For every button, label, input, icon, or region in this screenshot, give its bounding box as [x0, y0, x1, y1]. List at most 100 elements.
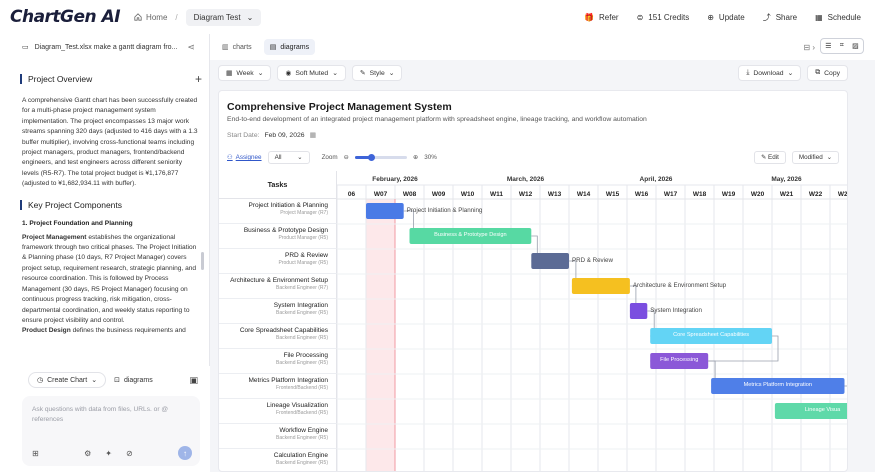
- share-button[interactable]: ⤴ Share: [763, 12, 797, 23]
- zoom-slider[interactable]: [354, 154, 407, 161]
- app-logo[interactable]: ChartGen AI: [10, 7, 121, 27]
- create-chart-label: Create Chart: [47, 376, 88, 384]
- task-row[interactable]: Calculation Engine Backend Engineer (R5): [219, 449, 337, 471]
- task-bar[interactable]: [629, 303, 648, 319]
- update-button[interactable]: ⊕ Update: [707, 13, 745, 22]
- overview-text: A comprehensive Gantt chart has been suc…: [22, 97, 198, 188]
- calendar-icon[interactable]: ▦: [310, 131, 316, 139]
- diagram-toolbar: ▦ Week ⌄ ◉ Soft Muted ⌄ ✎ Style ⌄ ⤓ Download ⌄ ⧉…: [218, 63, 848, 83]
- section-bar: [20, 199, 22, 210]
- chevron-right-icon[interactable]: ›: [812, 43, 815, 52]
- task-bar-label: File Processing: [660, 357, 699, 363]
- send-button[interactable]: ↑: [178, 446, 192, 460]
- assignee-toggle[interactable]: ⚇ Assignee: [227, 154, 262, 161]
- task-row[interactable]: Project Initiation & Planning Project Man…: [219, 199, 337, 224]
- zoom-slider-knob[interactable]: [367, 154, 375, 161]
- grid-icon[interactable]: ⊞: [32, 449, 39, 458]
- task-bar[interactable]: [531, 253, 569, 269]
- week-label: W19: [722, 191, 736, 198]
- refer-button[interactable]: 🎁 Refer: [584, 13, 619, 22]
- week-label: W14: [577, 191, 591, 198]
- task-name: System Integration: [273, 302, 328, 309]
- task-name: Project Initiation & Planning: [248, 202, 329, 209]
- zoom-in-icon[interactable]: ⊕: [413, 154, 418, 161]
- task-assignee: Backend Engineer (R5): [276, 435, 328, 441]
- share-chat-icon[interactable]: ⋖: [187, 42, 195, 53]
- pm-text: establishes the organizational framework…: [22, 233, 197, 324]
- gantt-controls: ⚇ Assignee All ⌄ Zoom ⊖ ⊕ 30% ✎ Edit Modif…: [227, 151, 839, 164]
- week-selector[interactable]: ▦ Week ⌄: [218, 65, 272, 81]
- task-bar[interactable]: [366, 203, 404, 219]
- task-name: Calculation Engine: [273, 452, 328, 459]
- sparkle-icon[interactable]: ✦: [105, 449, 112, 458]
- task-row[interactable]: System Integration Backend Engineer (R5): [219, 299, 337, 324]
- task-bar[interactable]: [571, 278, 630, 294]
- schedule-button[interactable]: ▦ Schedule: [815, 13, 861, 22]
- breadcrumb-separator: /: [175, 12, 178, 22]
- month-label: March, 2026: [507, 176, 545, 183]
- task-bar-label: PRD & Review: [572, 257, 613, 264]
- code-icon[interactable]: ⌗: [840, 42, 844, 50]
- task-name: Workflow Engine: [279, 427, 328, 434]
- comment-icon[interactable]: ▣: [189, 375, 198, 386]
- task-row[interactable]: Lineage Visualization Frontend/Backend (R…: [219, 399, 337, 424]
- task-name: Architecture & Environment Setup: [230, 277, 328, 284]
- task-name: Core Spreadsheet Capabilities: [239, 327, 328, 334]
- share-label: Share: [775, 12, 798, 22]
- tabs-menu-icon[interactable]: ⊟: [803, 43, 810, 52]
- chevron-down-icon: ⌄: [388, 70, 395, 77]
- theme-selector[interactable]: ◉ Soft Muted ⌄: [277, 65, 346, 81]
- ask-input-box[interactable]: Ask questions with data from files, URLs…: [22, 396, 200, 466]
- edit-label: Edit: [768, 154, 779, 161]
- task-assignee: Backend Engineer (R5): [276, 335, 328, 341]
- zoom-value: 30%: [424, 154, 437, 161]
- pm-bold: Project Management: [22, 233, 87, 241]
- section-title: Project Overview: [28, 74, 93, 84]
- attach-icon[interactable]: ⊘: [126, 449, 133, 458]
- credits-label: 151 Credits: [648, 12, 690, 22]
- task-row[interactable]: Core Spreadsheet Capabilities Backend Eng…: [219, 324, 337, 349]
- document-selector[interactable]: Diagram Test ⌄: [185, 8, 262, 26]
- task-row[interactable]: Business & Prototype Design Product Manag…: [219, 224, 337, 249]
- start-date-value[interactable]: Feb 09, 2026: [265, 132, 305, 139]
- edit-button[interactable]: ✎ Edit: [754, 151, 786, 164]
- copy-button[interactable]: ⧉ Copy: [807, 65, 848, 81]
- task-row[interactable]: PRD & Review Product Manager (R5): [219, 249, 337, 274]
- task-assignee: Backend Engineer (R5): [276, 360, 328, 366]
- month-label: February, 2026: [372, 176, 418, 183]
- week-label: W20: [751, 191, 765, 198]
- task-assignee: Backend Engineer (R7): [276, 285, 328, 291]
- chat-messages[interactable]: Project Overview + A comprehensive Gantt…: [0, 60, 210, 398]
- chat-header: ▭ Diagram_Test.xlsx make a gantt diagram…: [0, 34, 209, 60]
- download-button[interactable]: ⤓ Download ⌄: [738, 65, 802, 81]
- tabs-nav: ⊟ ›: [803, 43, 815, 52]
- tab-diagrams[interactable]: ▤ diagrams: [263, 39, 316, 55]
- project-title: Comprehensive Project Management System: [227, 101, 452, 113]
- task-assignee: Frontend/Backend (R5): [276, 385, 328, 391]
- settings-icon[interactable]: ⚙: [84, 449, 91, 458]
- chat-title[interactable]: Diagram_Test.xlsx make a gantt diagram f…: [35, 44, 178, 51]
- image-icon[interactable]: ▨: [852, 42, 859, 50]
- style-selector[interactable]: ✎ Style ⌄: [351, 65, 403, 81]
- create-chart-button[interactable]: ◷ Create Chart ⌄: [28, 372, 107, 388]
- chat-composer: ◷ Create Chart ⌄ ⊡ diagrams ▣ Ask questions…: [0, 366, 210, 472]
- layers-icon[interactable]: ☰: [825, 42, 831, 50]
- task-assignee: Project Manager (R7): [280, 210, 328, 216]
- task-row[interactable]: Architecture & Environment Setup Backend …: [219, 274, 337, 299]
- chat-scrollbar[interactable]: [201, 252, 204, 270]
- task-row[interactable]: Metrics Platform Integration Frontend/Bac…: [219, 374, 337, 399]
- assignee-filter[interactable]: All ⌄: [267, 151, 310, 164]
- ask-input-placeholder[interactable]: Ask questions with data from files, URLs…: [22, 396, 200, 425]
- task-bar[interactable]: [847, 428, 848, 444]
- task-row[interactable]: File Processing Backend Engineer (R5): [219, 349, 337, 374]
- pd-text: defines the business requirements and: [70, 327, 186, 335]
- credits-button[interactable]: ⊜ 151 Credits: [637, 13, 690, 22]
- tab-charts[interactable]: ▥ charts: [216, 39, 258, 55]
- task-row[interactable]: Workflow Engine Backend Engineer (R5): [219, 424, 337, 449]
- mode-selector[interactable]: Modified ⌄: [791, 151, 839, 164]
- breadcrumb-home[interactable]: Home: [134, 13, 167, 22]
- add-icon[interactable]: +: [195, 72, 202, 86]
- breadcrumb-home-label: Home: [146, 12, 168, 22]
- diagrams-link[interactable]: ⊡ diagrams: [114, 376, 153, 385]
- zoom-out-icon[interactable]: ⊖: [344, 154, 349, 161]
